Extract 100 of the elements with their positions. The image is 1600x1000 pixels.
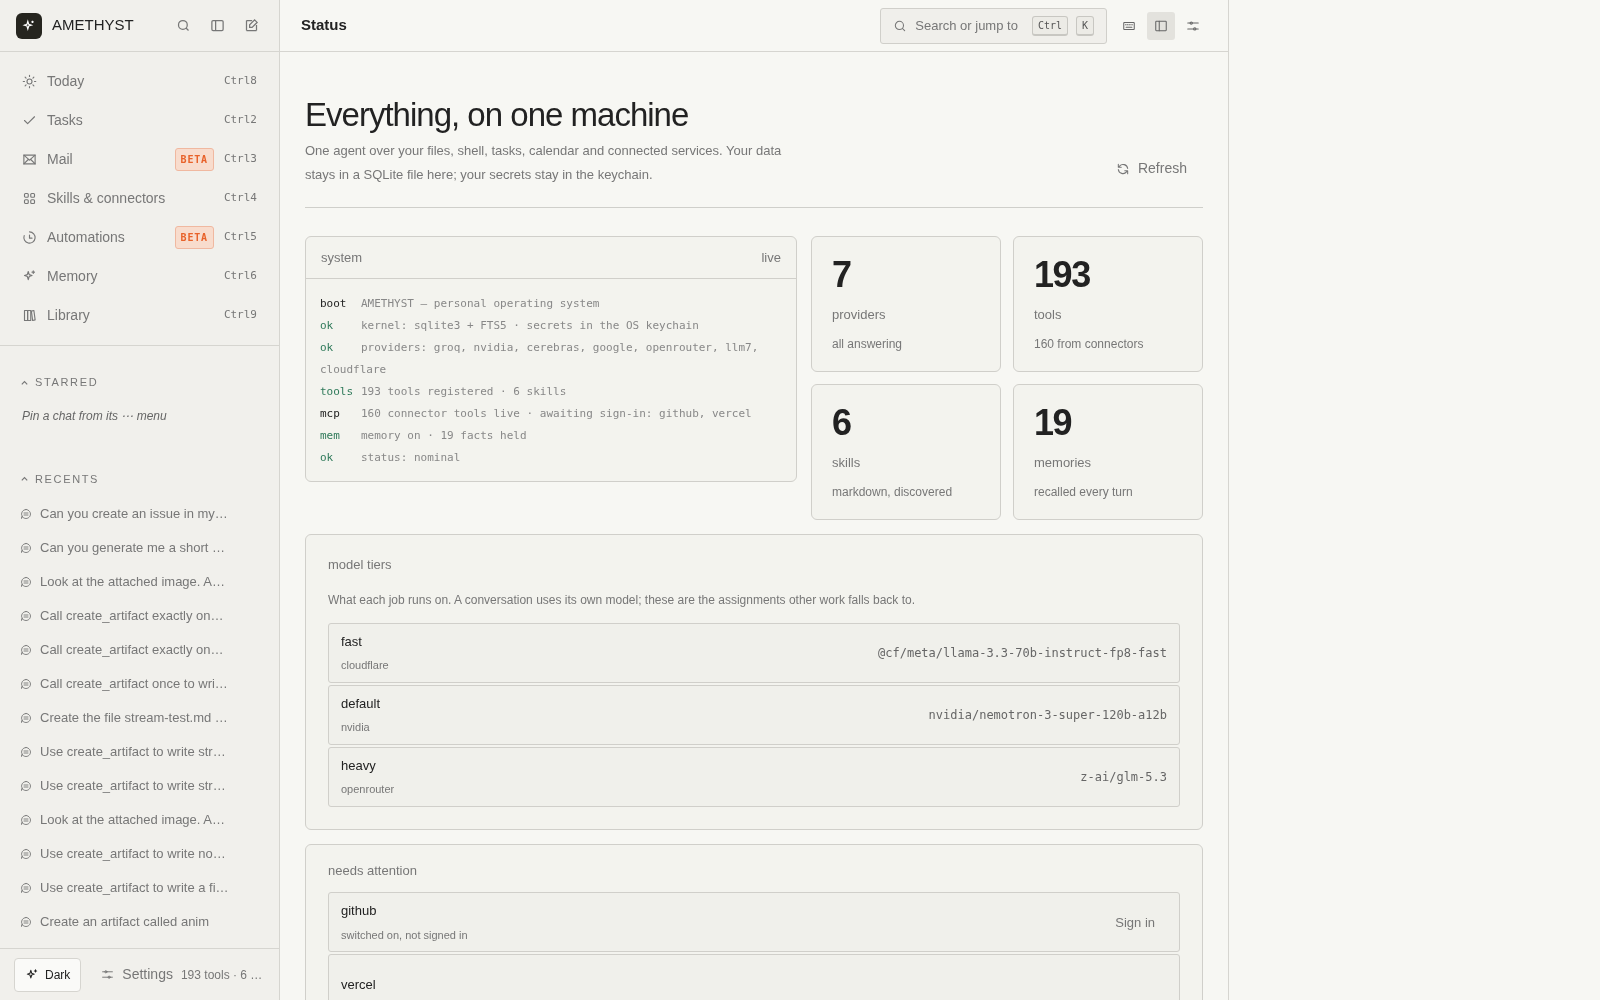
- settings-icon: [101, 968, 115, 981]
- shortcut-hint: Ctrl9: [223, 307, 257, 324]
- key-hint: K: [1075, 15, 1094, 36]
- section-heading: RECENTS: [35, 471, 100, 487]
- nav-item[interactable]: Library Ctrl9: [16, 296, 263, 335]
- chat-bubble-icon: [20, 916, 32, 928]
- pencil-square-icon: [243, 18, 259, 33]
- provider-name: openrouter: [341, 782, 395, 798]
- nav-label: Today: [47, 72, 85, 91]
- log-line: boot AMETHYST — personal operating system: [320, 296, 601, 313]
- page-heading: Everything, on one machine: [305, 95, 690, 135]
- chat-bubble-icon: [20, 746, 32, 758]
- mail-icon: [22, 152, 37, 167]
- nav-item[interactable]: Mail BETA Ctrl3: [16, 140, 263, 179]
- model-id: @cf/meta/llama-3.3-70b-instruct-fp8-fast: [878, 644, 1167, 662]
- grid-icon: [22, 191, 37, 206]
- app-name: AMETHYST: [52, 15, 134, 36]
- sun-icon: [22, 74, 37, 89]
- chat-bubble-icon: [20, 882, 32, 894]
- nav-item[interactable]: Memory Ctrl6: [16, 257, 263, 296]
- log-line: ok status: nominal: [320, 450, 462, 467]
- stat-label: memories: [1034, 454, 1093, 473]
- nav-label: Library: [47, 306, 90, 325]
- recent-chat-item[interactable]: Use create_artifact to write str…: [20, 769, 259, 803]
- chat-bubble-icon: [20, 678, 32, 690]
- stat-value: 19: [1034, 401, 1073, 446]
- stat-note: recalled every turn: [1034, 483, 1134, 501]
- key-hint: Ctrl: [1031, 15, 1068, 36]
- refresh-icon: [1115, 161, 1130, 176]
- recent-chat-item[interactable]: Create the file stream-test.md …: [20, 701, 259, 735]
- collapse-icon[interactable]: [20, 474, 29, 484]
- nav-label: Skills & connectors: [47, 189, 166, 208]
- chat-bubble-icon: [20, 848, 32, 860]
- nav-label: Automations: [47, 228, 125, 247]
- card-title: system: [321, 249, 363, 267]
- chat-bubble-icon: [20, 712, 32, 724]
- recent-chat-item[interactable]: Create an artifact called anim: [20, 905, 259, 939]
- nav-item[interactable]: Today Ctrl8: [16, 62, 263, 101]
- stat-label: skills: [832, 454, 862, 473]
- log-line: tools 193 tools registered · 6 skills: [320, 384, 568, 401]
- log-line: ok providers: groq, nvidia, cerebras, google, openrouter, llm7, cloudflare: [320, 340, 760, 379]
- log-line: mem memory on · 19 facts held: [320, 428, 528, 445]
- panel-description: What each job runs on. A conversation uses its own model; these are the assignments other work falls back to.: [328, 591, 916, 609]
- chat-bubble-icon: [20, 780, 32, 792]
- model-id: nvidia/nemotron-3-super-120b-a12b: [928, 706, 1167, 724]
- recent-chat-item[interactable]: Call create_artifact once to wri…: [20, 667, 259, 701]
- provider-name: cloudflare: [341, 658, 389, 674]
- log-line: mcp 160 connector tools live · awaiting sign-in: github, vercel: [320, 406, 753, 423]
- stat-value: 7: [832, 253, 852, 298]
- model-id: z-ai/glm-5.3: [1080, 768, 1167, 786]
- nav-label: Memory: [47, 267, 98, 286]
- chat-bubble-icon: [20, 542, 32, 554]
- tier-name: fast: [341, 632, 363, 651]
- clock-icon: [22, 230, 37, 245]
- panel-title: model tiers: [328, 556, 393, 575]
- refresh-button[interactable]: Refresh: [1115, 158, 1187, 180]
- chat-bubble-icon: [20, 644, 32, 656]
- page-description: One agent over your files, shell, tasks, calendar and connected services. Your data stays in a SQLite file here; your secrets stay in the keychain.: [305, 142, 783, 185]
- shortcut-hint: Ctrl8: [223, 73, 257, 90]
- nav-label: Mail: [47, 150, 73, 169]
- shortcut-hint: Ctrl3: [223, 151, 257, 168]
- recent-chat-item[interactable]: Call create_artifact exactly on…: [20, 633, 259, 667]
- recent-chat-item[interactable]: Look at the attached image. A…: [20, 803, 259, 837]
- stat-note: 160 from connectors: [1034, 335, 1145, 353]
- beta-badge: BETA: [174, 148, 214, 171]
- shortcut-hint: Ctrl2: [223, 112, 257, 129]
- recent-chat-item[interactable]: Can you generate me a short …: [20, 531, 259, 565]
- chat-bubble-icon: [20, 576, 32, 588]
- shortcut-hint: Ctrl6: [223, 268, 257, 285]
- panel-icon: [209, 18, 225, 33]
- tier-name: default: [341, 694, 381, 713]
- log-line: ok kernel: sqlite3 + FTS5 · secrets in the OS keychain: [320, 318, 700, 335]
- nav-item[interactable]: Skills & connectors Ctrl4: [16, 179, 263, 218]
- chat-bubble-icon: [20, 814, 32, 826]
- stat-label: tools: [1034, 306, 1063, 325]
- stat-label: providers: [832, 306, 887, 325]
- search-field[interactable]: Search or jump to Ctrl K: [880, 7, 1107, 44]
- live-status: live: [761, 249, 781, 267]
- settings-button[interactable]: Settings: [101, 964, 173, 985]
- nav-item[interactable]: Automations BETA Ctrl5: [16, 218, 263, 257]
- sliders-icon: [1186, 18, 1200, 33]
- recent-chat-item[interactable]: Use create_artifact to write str…: [20, 735, 259, 769]
- chat-bubble-icon: [20, 508, 32, 520]
- recent-chat-item[interactable]: Use create_artifact to write a fi…: [20, 871, 259, 905]
- stat-note: all answering: [832, 335, 904, 353]
- panel-button[interactable]: [1147, 11, 1175, 40]
- theme-toggle-button[interactable]: Dark: [14, 957, 82, 992]
- nav-item[interactable]: Tasks Ctrl2: [16, 101, 263, 140]
- recent-chat-item[interactable]: Can you create an issue in my…: [20, 497, 259, 531]
- app-logo-icon: [16, 12, 42, 39]
- page-title: Status: [301, 15, 347, 36]
- recent-chat-item[interactable]: Use create_artifact to write no…: [20, 837, 259, 871]
- recent-chat-item[interactable]: Call create_artifact exactly on…: [20, 599, 259, 633]
- shortcut-hint: Ctrl5: [223, 229, 257, 246]
- status-summary: 193 tools · 6 …: [180, 966, 263, 984]
- sign-in-button[interactable]: Sign in: [1115, 912, 1155, 932]
- section-heading: STARRED: [35, 375, 99, 390]
- beta-badge: BETA: [174, 226, 214, 249]
- recent-chat-item[interactable]: Look at the attached image. A…: [20, 565, 259, 599]
- chat-bubble-icon: [20, 610, 32, 622]
